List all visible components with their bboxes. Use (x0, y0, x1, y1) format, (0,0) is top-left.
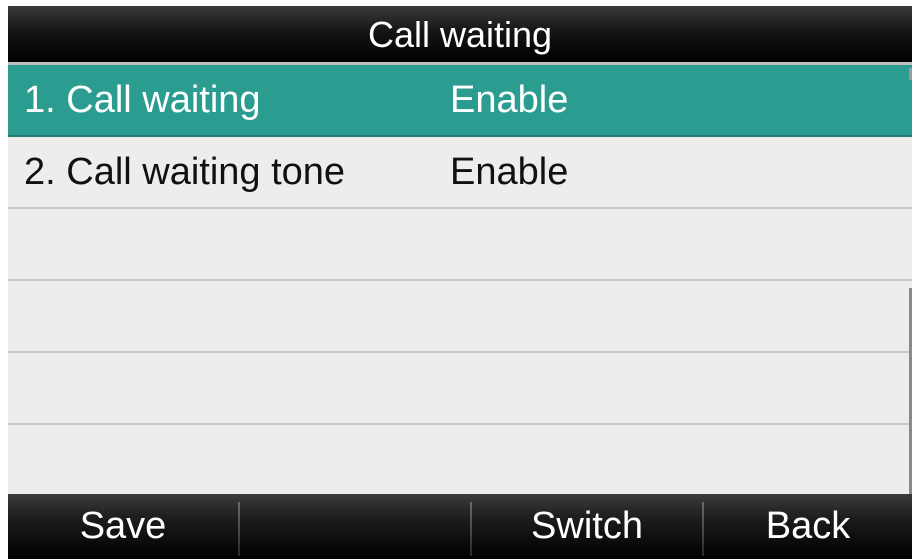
back-softkey[interactable]: Back (704, 494, 912, 559)
phone-screen: Call waiting 1. Call waiting Enable 2. C… (8, 6, 912, 559)
list-item-empty (8, 353, 912, 425)
empty-softkey[interactable] (240, 494, 470, 559)
softkey-bar: Save Switch Back (8, 494, 912, 559)
title-bar: Call waiting (8, 6, 912, 62)
switch-softkey[interactable]: Switch (472, 494, 702, 559)
list-item-empty (8, 281, 912, 353)
scrollbar-thumb[interactable] (909, 288, 912, 494)
settings-list: 1. Call waiting Enable 2. Call waiting t… (8, 65, 912, 494)
page-title: Call waiting (367, 14, 553, 55)
list-item-label: 1. Call waiting (24, 79, 261, 121)
save-softkey[interactable]: Save (8, 494, 238, 559)
list-item-empty (8, 209, 912, 281)
list-item-empty (8, 425, 912, 494)
list-item-value[interactable]: Enable (450, 137, 568, 207)
scrollbar-top-marker (909, 68, 912, 80)
list-item-call-waiting-tone[interactable]: 2. Call waiting tone Enable (8, 137, 912, 209)
list-item-label: 2. Call waiting tone (24, 151, 346, 193)
list-item-call-waiting[interactable]: 1. Call waiting Enable (8, 65, 912, 137)
list-item-value[interactable]: Enable (450, 65, 568, 135)
